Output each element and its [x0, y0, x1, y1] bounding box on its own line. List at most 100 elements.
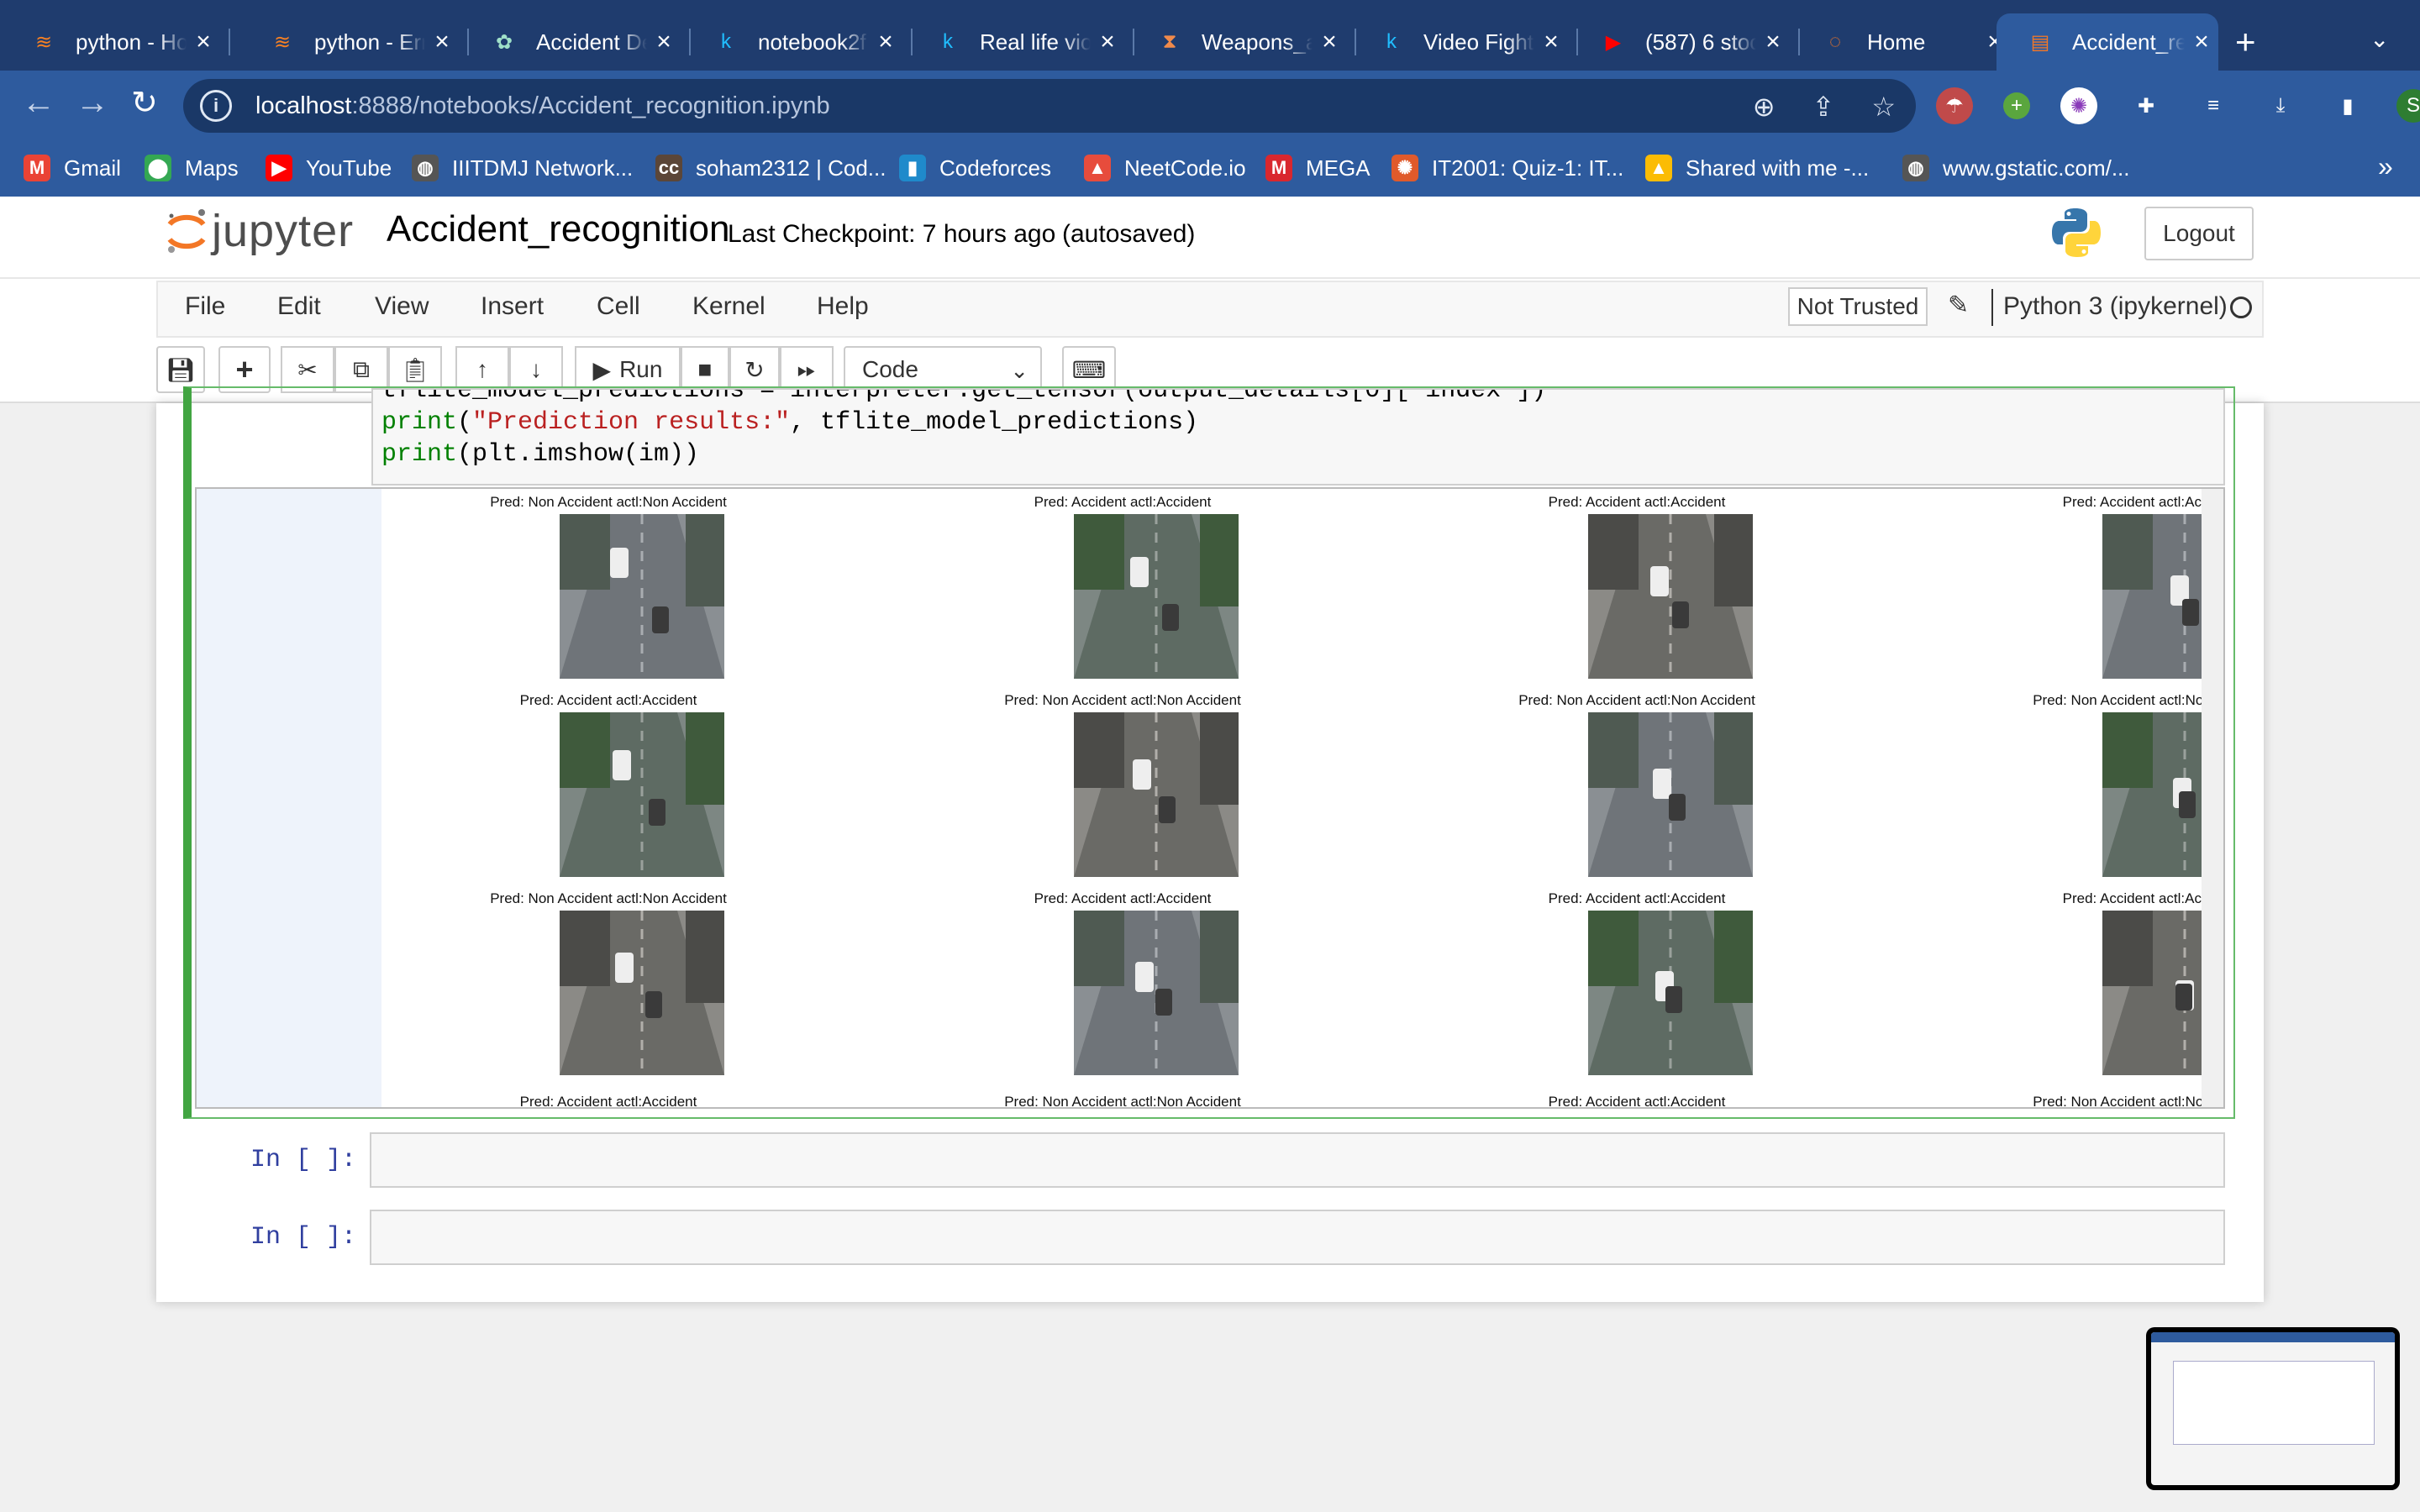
- bookmark-item[interactable]: ◍ www.gstatic.com/...: [1902, 155, 2130, 181]
- save-icon: 💾︎: [166, 356, 196, 383]
- bookmarks-overflow-icon[interactable]: »: [2378, 151, 2393, 182]
- bookmark-item[interactable]: ◍ IIITDMJ Network...: [412, 155, 633, 181]
- zoom-icon[interactable]: ⊕: [1753, 91, 1776, 123]
- browser-tab[interactable]: ≋ python - Ho ×: [0, 13, 220, 71]
- menu-help[interactable]: Help: [817, 292, 869, 321]
- screen-thumbnail-preview[interactable]: [2146, 1327, 2400, 1490]
- bookmark-item[interactable]: ✺ IT2001: Quiz-1: IT...: [1392, 155, 1623, 181]
- bookmark-item[interactable]: M MEGA: [1265, 155, 1370, 181]
- autosave-status: (autosaved): [1062, 220, 1196, 248]
- logout-button[interactable]: Logout: [2144, 207, 2254, 260]
- menu-file[interactable]: File: [185, 292, 225, 321]
- browser-tab[interactable]: ≋ python - Err ×: [239, 13, 459, 71]
- input-prompt: In [ ]:: [250, 1223, 357, 1252]
- traffic-camera-image: [1588, 911, 1753, 1075]
- prediction-label: Pred: Non Accident actl:Non Accident: [2033, 1094, 2223, 1109]
- menu-edit[interactable]: Edit: [277, 292, 321, 321]
- extensions-puzzle-icon[interactable]: ✚: [2128, 87, 2165, 124]
- output-scrollbar[interactable]: [2202, 489, 2223, 1107]
- play-icon: ▶: [592, 356, 612, 383]
- notebook-title[interactable]: Accident_recognition: [387, 208, 729, 250]
- jupyter-icon: ◌: [1828, 30, 1842, 53]
- bookmark-item[interactable]: cc soham2312 | Cod...: [655, 155, 886, 181]
- omnibox[interactable]: i localhost:8888/notebooks/Accident_reco…: [183, 79, 1916, 133]
- paste-icon: 📋︎: [400, 356, 430, 383]
- browser-tab[interactable]: ✿ Accident De ×: [460, 13, 681, 71]
- forward-button[interactable]: →: [76, 84, 109, 122]
- site-info-icon[interactable]: i: [200, 90, 232, 122]
- tab-title: (587) 6 stoc: [1645, 29, 1756, 55]
- code-line-2: print(plt.imshow(im)): [373, 438, 2223, 470]
- browser-tab[interactable]: ◌ Home ×: [1791, 13, 2012, 71]
- kaggle-icon: k: [721, 30, 731, 53]
- download-icon[interactable]: ⤓: [2262, 87, 2299, 124]
- new-tab-button[interactable]: +: [2235, 22, 2256, 62]
- bookmark-item[interactable]: ▲ NeetCode.io: [1084, 155, 1246, 181]
- close-tab-icon[interactable]: ×: [187, 28, 220, 56]
- menu-kernel[interactable]: Kernel: [692, 292, 765, 321]
- code-editor[interactable]: tflite_model_predictions = interpreter.g…: [371, 388, 2225, 486]
- menu-cell[interactable]: Cell: [597, 292, 640, 321]
- bookmark-item[interactable]: ▮ Codeforces: [899, 155, 1051, 181]
- extension-umbrella-icon[interactable]: ☂: [1936, 87, 1973, 124]
- close-tab-icon[interactable]: ×: [869, 28, 902, 56]
- menu-insert[interactable]: Insert: [481, 292, 544, 321]
- cell-output[interactable]: Pred: Non Accident actl:Non Accident Pre…: [195, 487, 2225, 1109]
- bookmark-label: www.gstatic.com/...: [1943, 155, 2130, 181]
- bookmark-label: MEGA: [1306, 155, 1370, 181]
- arrow-down-icon: ↓: [530, 356, 542, 382]
- browser-tab[interactable]: k Video Fight ×: [1348, 13, 1568, 71]
- edit-pencil-icon[interactable]: ✎: [1948, 291, 1969, 320]
- prediction-label: Pred: Accident actl:Accident: [1548, 890, 1726, 906]
- chevron-down-icon: ⌄: [1010, 358, 1028, 383]
- bookmark-star-icon[interactable]: ☆: [1871, 91, 1896, 123]
- code-rest: , tflite_model_predictions): [790, 408, 1199, 437]
- browser-tab[interactable]: ▶ (587) 6 stoc ×: [1570, 13, 1790, 71]
- browser-tab[interactable]: ⧗ Weapons_a ×: [1126, 13, 1346, 71]
- bookmark-item[interactable]: M Gmail: [24, 155, 121, 181]
- close-tab-icon[interactable]: ×: [1756, 28, 1790, 56]
- extension-brain-icon[interactable]: ✺: [2060, 87, 2097, 124]
- close-tab-icon[interactable]: ×: [2185, 28, 2218, 56]
- globe-icon: ◍: [412, 155, 439, 181]
- prediction-tile: Pred: Non Accident actl:Non Accident: [381, 489, 835, 687]
- code-fn: print: [381, 440, 458, 469]
- close-tab-icon[interactable]: ×: [1313, 28, 1346, 56]
- close-tab-icon[interactable]: ×: [1091, 28, 1124, 56]
- close-tab-icon[interactable]: ×: [1534, 28, 1568, 56]
- browser-tab[interactable]: k notebook2f ×: [682, 13, 902, 71]
- close-tab-icon[interactable]: ×: [647, 28, 681, 56]
- url-text[interactable]: localhost:8888/notebooks/Accident_recogn…: [255, 92, 830, 120]
- restart-icon: ↻: [744, 356, 765, 383]
- profile-avatar[interactable]: S: [2396, 89, 2420, 123]
- kernel-name[interactable]: Python 3 (ipykernel): [2003, 292, 2228, 321]
- cell-type-value: Code: [862, 356, 918, 382]
- extension-plus-icon[interactable]: +: [2003, 92, 2030, 119]
- tab-search-chevron-icon[interactable]: ⌄: [2370, 25, 2389, 53]
- bookmark-label: Shared with me -...: [1686, 155, 1870, 181]
- share-icon[interactable]: ⇪: [1812, 91, 1835, 123]
- media-queue-icon[interactable]: ≡: [2195, 87, 2232, 124]
- back-button[interactable]: ←: [22, 84, 55, 122]
- bookmark-item[interactable]: ▲ Shared with me -...: [1645, 155, 1869, 181]
- empty-code-cell[interactable]: [370, 1132, 2225, 1188]
- side-panel-icon[interactable]: ▮: [2329, 87, 2366, 124]
- tab-title: Home: [1867, 29, 1926, 55]
- bookmark-label: Gmail: [64, 155, 121, 181]
- empty-code-cell[interactable]: [370, 1210, 2225, 1265]
- browser-tab[interactable]: ▤ Accident_re ×: [1996, 13, 2218, 71]
- stackoverflow-icon: ≋: [34, 30, 53, 54]
- jupyter-logo[interactable]: jupyter: [165, 205, 354, 257]
- traffic-camera-image: [1074, 712, 1239, 877]
- menu-view[interactable]: View: [375, 292, 429, 321]
- bookmark-item[interactable]: ▶ YouTube: [266, 155, 392, 181]
- codeforces-icon: ▮: [899, 155, 926, 181]
- code-string: "Prediction results:": [472, 408, 791, 437]
- bookmark-item[interactable]: ⬤ Maps: [145, 155, 239, 181]
- bookmark-label: IIITDMJ Network...: [452, 155, 634, 181]
- close-tab-icon[interactable]: ×: [425, 28, 459, 56]
- reload-button[interactable]: ↻: [131, 84, 158, 122]
- not-trusted-button[interactable]: Not Trusted: [1788, 287, 1928, 326]
- browser-tab[interactable]: k Real life viol ×: [904, 13, 1124, 71]
- stackoverflow-icon: ≋: [273, 30, 292, 54]
